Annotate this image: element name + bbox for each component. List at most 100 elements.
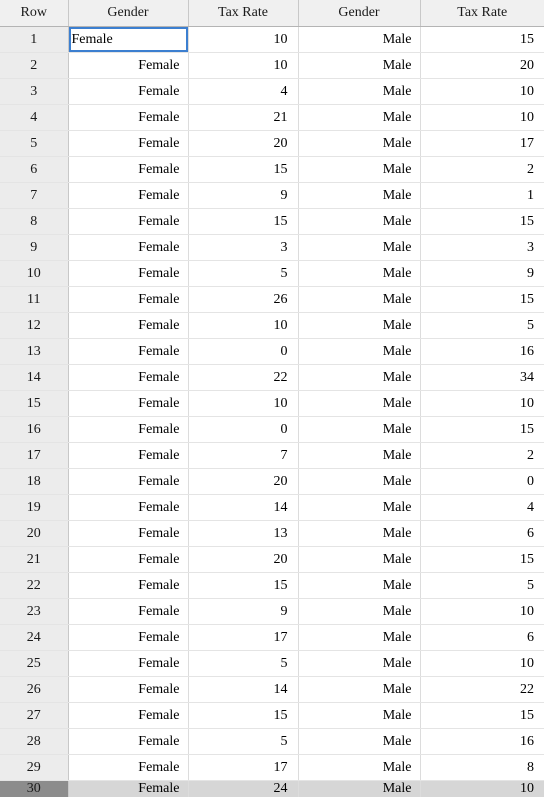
tax-rate-cell-2[interactable]: 6 — [420, 521, 544, 547]
tax-rate-cell-1[interactable]: 5 — [188, 651, 298, 677]
gender-cell-2[interactable]: Male — [298, 729, 420, 755]
table-row[interactable]: 22Female15Male5 — [0, 573, 544, 599]
gender-cell-1[interactable]: Female — [68, 287, 188, 313]
gender-cell-2[interactable]: Male — [298, 651, 420, 677]
tax-rate-cell-2[interactable]: 3 — [420, 235, 544, 261]
tax-rate-cell-1[interactable]: 20 — [188, 547, 298, 573]
tax-rate-cell-1[interactable]: 0 — [188, 339, 298, 365]
row-number-cell[interactable]: 27 — [0, 703, 68, 729]
table-row[interactable]: 11Female26Male15 — [0, 287, 544, 313]
gender-cell-2[interactable]: Male — [298, 625, 420, 651]
tax-rate-cell-1[interactable]: 22 — [188, 365, 298, 391]
tax-rate-cell-1[interactable]: 14 — [188, 495, 298, 521]
column-header-gender-1[interactable]: Gender — [68, 0, 188, 27]
table-row[interactable]: 26Female14Male22 — [0, 677, 544, 703]
table-row[interactable]: 2Female10Male20 — [0, 53, 544, 79]
table-row[interactable]: 24Female17Male6 — [0, 625, 544, 651]
column-header-row[interactable]: Row — [0, 0, 68, 27]
gender-cell-2[interactable]: Male — [298, 157, 420, 183]
row-number-cell[interactable]: 29 — [0, 755, 68, 781]
row-number-cell[interactable]: 14 — [0, 365, 68, 391]
gender-cell-2[interactable]: Male — [298, 677, 420, 703]
table-row[interactable]: 6Female15Male2 — [0, 157, 544, 183]
gender-cell-2[interactable]: Male — [298, 183, 420, 209]
gender-cell-1[interactable]: Female — [68, 755, 188, 781]
tax-rate-cell-2[interactable]: 15 — [420, 547, 544, 573]
gender-cell-2[interactable]: Male — [298, 547, 420, 573]
row-number-cell[interactable]: 12 — [0, 313, 68, 339]
row-number-cell[interactable]: 11 — [0, 287, 68, 313]
gender-cell-1[interactable]: Female — [68, 443, 188, 469]
gender-cell-1[interactable]: Female — [68, 599, 188, 625]
table-row[interactable]: 13Female0Male16 — [0, 339, 544, 365]
tax-rate-cell-2[interactable]: 10 — [420, 599, 544, 625]
tax-rate-cell-1[interactable]: 24 — [188, 781, 298, 797]
table-row[interactable]: 10Female5Male9 — [0, 261, 544, 287]
row-number-cell[interactable]: 1 — [0, 27, 68, 53]
gender-cell-2[interactable]: Male — [298, 495, 420, 521]
gender-cell-1[interactable]: Female — [68, 651, 188, 677]
tax-rate-cell-2[interactable]: 15 — [420, 27, 544, 53]
table-row[interactable]: 15Female10Male10 — [0, 391, 544, 417]
tax-rate-cell-1[interactable]: 0 — [188, 417, 298, 443]
tax-rate-cell-2[interactable]: 16 — [420, 729, 544, 755]
gender-cell-1[interactable]: Female — [68, 79, 188, 105]
gender-cell-2[interactable]: Male — [298, 573, 420, 599]
gender-cell-1[interactable]: Female — [68, 677, 188, 703]
row-number-cell[interactable]: 15 — [0, 391, 68, 417]
tax-rate-cell-1[interactable]: 9 — [188, 183, 298, 209]
gender-cell-2[interactable]: Male — [298, 599, 420, 625]
gender-cell-1[interactable]: Female — [68, 781, 188, 797]
gender-cell-2[interactable]: Male — [298, 79, 420, 105]
gender-cell-2[interactable]: Male — [298, 443, 420, 469]
row-number-cell[interactable]: 7 — [0, 183, 68, 209]
tax-rate-cell-2[interactable]: 9 — [420, 261, 544, 287]
row-number-cell[interactable]: 10 — [0, 261, 68, 287]
row-number-cell[interactable]: 25 — [0, 651, 68, 677]
tax-rate-cell-2[interactable]: 15 — [420, 209, 544, 235]
row-number-cell[interactable]: 4 — [0, 105, 68, 131]
row-number-cell[interactable]: 18 — [0, 469, 68, 495]
tax-rate-cell-1[interactable]: 10 — [188, 391, 298, 417]
tax-rate-cell-2[interactable]: 10 — [420, 391, 544, 417]
row-number-cell[interactable]: 20 — [0, 521, 68, 547]
tax-rate-cell-2[interactable]: 5 — [420, 573, 544, 599]
tax-rate-cell-2[interactable]: 10 — [420, 105, 544, 131]
tax-rate-cell-1[interactable]: 10 — [188, 313, 298, 339]
tax-rate-cell-2[interactable]: 10 — [420, 781, 544, 797]
gender-cell-1[interactable]: Female — [68, 729, 188, 755]
table-row[interactable]: 23Female9Male10 — [0, 599, 544, 625]
gender-cell-1[interactable]: Female — [68, 261, 188, 287]
table-row[interactable]: 7Female9Male1 — [0, 183, 544, 209]
tax-rate-cell-2[interactable]: 8 — [420, 755, 544, 781]
gender-cell-1[interactable]: Female — [68, 469, 188, 495]
table-row[interactable]: 25Female5Male10 — [0, 651, 544, 677]
table-row[interactable]: 21Female20Male15 — [0, 547, 544, 573]
tax-rate-cell-1[interactable]: 15 — [188, 703, 298, 729]
tax-rate-cell-1[interactable]: 15 — [188, 573, 298, 599]
column-header-tax-rate-1[interactable]: Tax Rate — [188, 0, 298, 27]
tax-rate-cell-2[interactable]: 16 — [420, 339, 544, 365]
table-row[interactable]: 28Female5Male16 — [0, 729, 544, 755]
tax-rate-cell-1[interactable]: 20 — [188, 469, 298, 495]
table-row[interactable]: 18Female20Male0 — [0, 469, 544, 495]
tax-rate-cell-1[interactable]: 13 — [188, 521, 298, 547]
table-row[interactable]: 20Female13Male6 — [0, 521, 544, 547]
gender-cell-2[interactable]: Male — [298, 131, 420, 157]
tax-rate-cell-2[interactable]: 5 — [420, 313, 544, 339]
gender-cell-2[interactable]: Male — [298, 261, 420, 287]
table-row[interactable]: 8Female15Male15 — [0, 209, 544, 235]
row-number-cell[interactable]: 22 — [0, 573, 68, 599]
gender-cell-2[interactable]: Male — [298, 235, 420, 261]
gender-cell-1[interactable]: Female — [68, 313, 188, 339]
gender-cell-2[interactable]: Male — [298, 27, 420, 53]
row-number-cell[interactable]: 23 — [0, 599, 68, 625]
gender-cell-2[interactable]: Male — [298, 105, 420, 131]
tax-rate-cell-2[interactable]: 15 — [420, 417, 544, 443]
gender-cell-1[interactable]: Female — [68, 209, 188, 235]
gender-cell-2[interactable]: Male — [298, 287, 420, 313]
gender-cell-1[interactable]: Female — [68, 235, 188, 261]
row-number-cell[interactable]: 19 — [0, 495, 68, 521]
gender-cell-2[interactable]: Male — [298, 469, 420, 495]
tax-rate-cell-2[interactable]: 2 — [420, 443, 544, 469]
